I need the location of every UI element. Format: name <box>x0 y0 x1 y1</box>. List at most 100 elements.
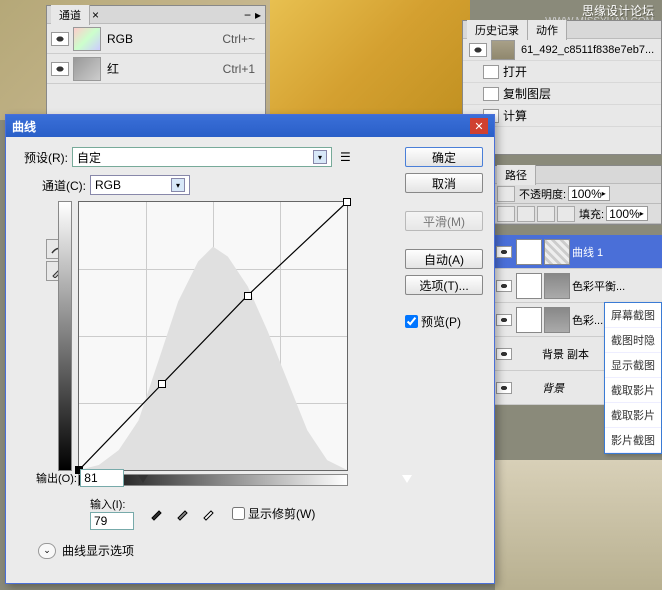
history-item[interactable]: 复制图层 <box>463 83 661 105</box>
layer-mask-thumb[interactable] <box>516 273 542 299</box>
channel-thumb <box>73 57 101 81</box>
visibility-eye-icon[interactable] <box>469 43 487 57</box>
lock-icon[interactable] <box>497 206 515 222</box>
blend-mode-icon[interactable] <box>497 186 515 202</box>
panel-minimize-icon[interactable]: − <box>244 8 251 22</box>
actions-tab[interactable]: 动作 <box>528 20 567 40</box>
chevron-down-icon: ▾ <box>313 150 327 164</box>
close-icon[interactable]: ✕ <box>470 118 488 134</box>
white-eyedropper-icon[interactable] <box>198 503 220 523</box>
opacity-label: 不透明度: <box>519 186 566 202</box>
channel-row-red[interactable]: 红 Ctrl+1 <box>47 54 265 84</box>
layer-name: 曲线 1 <box>572 244 603 260</box>
channel-thumb <box>73 27 101 51</box>
context-menu: 屏幕截图 截图时隐 显示截图 截取影片 截取影片 影片截图 <box>604 302 662 454</box>
channel-row-rgb[interactable]: RGB Ctrl+~ <box>47 24 265 54</box>
channels-panel-header[interactable]: 通道 × − ▸ <box>47 6 265 24</box>
history-panel-header[interactable]: 历史记录 动作 <box>463 21 661 39</box>
visibility-eye-icon[interactable] <box>496 314 512 326</box>
cancel-button[interactable]: 取消 <box>405 173 483 193</box>
input-input[interactable] <box>90 512 134 530</box>
panel-menu-icon[interactable]: ▸ <box>255 8 261 22</box>
layer-row[interactable]: 色彩平衡... <box>492 269 662 303</box>
preview-label: 预览(P) <box>421 313 461 330</box>
opacity-value[interactable]: 100%▸ <box>568 186 610 201</box>
smooth-button[interactable]: 平滑(M) <box>405 211 483 231</box>
ok-button[interactable]: 确定 <box>405 147 483 167</box>
expand-options-icon[interactable]: ⌄ <box>38 543 56 559</box>
paths-tab[interactable]: 路径 <box>497 165 536 185</box>
visibility-eye-icon[interactable] <box>496 382 512 394</box>
fill-label: 填充: <box>579 206 604 222</box>
layer-mask-thumb[interactable] <box>516 239 542 265</box>
show-clip-label: 显示修剪(W) <box>248 505 315 522</box>
fill-value[interactable]: 100%▸ <box>606 206 648 221</box>
history-doc-row[interactable]: 61_492_c8511f838e7eb7... <box>463 39 661 61</box>
context-item[interactable]: 显示截图 <box>605 353 661 378</box>
preset-value: 自定 <box>77 149 101 166</box>
curve-line <box>79 202 347 470</box>
context-item[interactable]: 截图时隐 <box>605 328 661 353</box>
channels-tab[interactable]: 通道 <box>51 5 90 25</box>
show-clip-checkbox[interactable]: 显示修剪(W) <box>232 505 315 522</box>
history-item[interactable]: 打开 <box>463 61 661 83</box>
preview-input[interactable] <box>405 315 418 328</box>
curves-dialog: 曲线 ✕ 预设(R): 自定 ▾ ☰ 通道(C): RGB ▾ <box>5 114 495 584</box>
black-point-slider[interactable] <box>138 475 148 483</box>
history-tab[interactable]: 历史记录 <box>467 20 528 40</box>
lock-position-icon[interactable] <box>537 206 555 222</box>
preview-checkbox[interactable]: 预览(P) <box>405 313 482 330</box>
layer-name: 色彩平衡... <box>572 278 625 294</box>
preset-menu-icon[interactable]: ☰ <box>340 150 351 164</box>
visibility-eye-icon[interactable] <box>51 62 69 76</box>
context-item[interactable]: 截取影片 <box>605 403 661 428</box>
preset-select[interactable]: 自定 ▾ <box>72 147 332 167</box>
curve-display-options-label: 曲线显示选项 <box>62 542 134 559</box>
visibility-eye-icon[interactable] <box>496 280 512 292</box>
context-item[interactable]: 影片截图 <box>605 428 661 453</box>
visibility-eye-icon[interactable] <box>51 32 69 46</box>
history-thumb <box>491 40 515 60</box>
options-button[interactable]: 选项(T)... <box>405 275 483 295</box>
curves-graph[interactable] <box>78 201 348 471</box>
output-label: 输出(O): <box>36 473 77 485</box>
dialog-titlebar[interactable]: 曲线 ✕ <box>6 115 494 137</box>
context-item[interactable]: 截取影片 <box>605 378 661 403</box>
curve-point[interactable] <box>158 380 166 388</box>
input-label: 输入(I): <box>90 496 134 512</box>
history-item-label: 打开 <box>503 63 527 80</box>
lock-all-icon[interactable] <box>557 206 575 222</box>
curve-point[interactable] <box>343 198 351 206</box>
layer-mask-thumb[interactable] <box>516 307 542 333</box>
layer-adj-thumb[interactable] <box>544 239 570 265</box>
layer-row-curves[interactable]: 曲线 1 <box>492 235 662 269</box>
channel-name: RGB <box>107 32 222 46</box>
preset-label: 预设(R): <box>18 149 72 166</box>
dialog-title: 曲线 <box>12 118 470 135</box>
visibility-eye-icon[interactable] <box>496 348 512 360</box>
paths-panel: 路径 不透明度: 100%▸ 填充: 100%▸ <box>492 165 662 225</box>
layer-name: 色彩... <box>572 312 603 328</box>
lock-pixels-icon[interactable] <box>517 206 535 222</box>
open-icon <box>483 65 499 79</box>
tab-close-icon[interactable]: × <box>92 8 99 22</box>
auto-button[interactable]: 自动(A) <box>405 249 483 269</box>
channels-panel: 通道 × − ▸ RGB Ctrl+~ 红 Ctrl+1 <box>46 5 266 115</box>
show-clip-input[interactable] <box>232 507 245 520</box>
output-input[interactable] <box>80 469 124 487</box>
layer-adj-thumb[interactable] <box>544 273 570 299</box>
history-item-label: 计算 <box>503 107 527 124</box>
layer-adj-thumb[interactable] <box>544 307 570 333</box>
duplicate-layer-icon <box>483 87 499 101</box>
curve-point[interactable] <box>244 292 252 300</box>
visibility-eye-icon[interactable] <box>496 246 512 258</box>
layer-name: 背景 <box>542 380 564 396</box>
context-item[interactable]: 屏幕截图 <box>605 303 661 328</box>
channel-select[interactable]: RGB ▾ <box>90 175 190 195</box>
layer-name: 背景 副本 <box>542 346 589 362</box>
black-eyedropper-icon[interactable] <box>146 503 168 523</box>
gray-eyedropper-icon[interactable] <box>172 503 194 523</box>
paths-panel-header[interactable]: 路径 <box>493 166 661 184</box>
white-point-slider[interactable] <box>402 475 412 483</box>
channel-select-label: 通道(C): <box>42 177 90 194</box>
